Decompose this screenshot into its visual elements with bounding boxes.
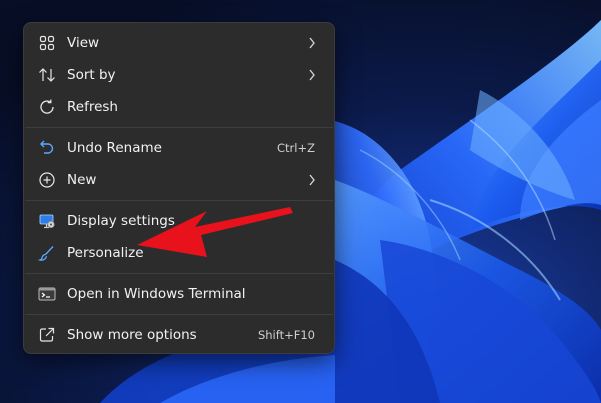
menu-item-open-in-windows-terminal[interactable]: Open in Windows Terminal <box>24 278 334 310</box>
menu-item-label: Personalize <box>67 245 144 261</box>
terminal-icon <box>37 284 57 304</box>
chevron-right-icon <box>305 173 319 187</box>
display-settings-icon <box>37 211 57 231</box>
shortcut-text: Shift+F10 <box>257 328 315 342</box>
menu-separator <box>25 314 333 315</box>
refresh-icon <box>37 97 57 117</box>
desktop[interactable]: View Sort by Refresh Undo Rename Ctrl+Z … <box>0 0 601 403</box>
menu-separator <box>25 127 333 128</box>
menu-separator <box>25 200 333 201</box>
menu-separator <box>25 273 333 274</box>
undo-icon <box>37 138 57 158</box>
menu-item-display-settings[interactable]: Display settings <box>24 205 334 237</box>
menu-item-sort-by[interactable]: Sort by <box>24 59 334 91</box>
grid-icon <box>37 33 57 53</box>
menu-item-label: Open in Windows Terminal <box>67 286 246 302</box>
new-icon <box>37 170 57 190</box>
menu-item-label: Show more options <box>67 327 197 343</box>
menu-item-label: Sort by <box>67 67 116 83</box>
menu-item-label: Undo Rename <box>67 140 162 156</box>
shortcut-text: Ctrl+Z <box>277 141 315 155</box>
menu-item-view[interactable]: View <box>24 27 334 59</box>
menu-item-undo-rename[interactable]: Undo Rename Ctrl+Z <box>24 132 334 164</box>
sort-icon <box>37 65 57 85</box>
share-icon <box>37 325 57 345</box>
menu-item-refresh[interactable]: Refresh <box>24 91 334 123</box>
menu-item-label: Display settings <box>67 213 175 229</box>
context-menu: View Sort by Refresh Undo Rename Ctrl+Z … <box>23 22 335 354</box>
menu-item-label: View <box>67 35 100 51</box>
menu-item-new[interactable]: New <box>24 164 334 196</box>
chevron-right-icon <box>305 36 319 50</box>
menu-item-show-more-options[interactable]: Show more options Shift+F10 <box>24 319 334 351</box>
menu-item-label: New <box>67 172 97 188</box>
menu-item-label: Refresh <box>67 99 118 115</box>
brush-icon <box>37 243 57 263</box>
menu-item-personalize[interactable]: Personalize <box>24 237 334 269</box>
chevron-right-icon <box>305 68 319 82</box>
